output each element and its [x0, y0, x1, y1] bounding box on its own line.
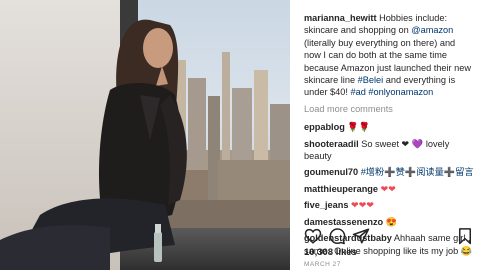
- comment-text[interactable]: #增粉➕赞➕阅读量➕留言: [361, 167, 474, 177]
- caption-hashtag-ad[interactable]: #ad: [351, 87, 366, 97]
- caption-mention[interactable]: @amazon: [411, 25, 453, 35]
- post-date: MARCH 27: [304, 261, 341, 268]
- load-more-comments-button[interactable]: Load more comments: [304, 103, 474, 115]
- photo-person: [0, 19, 187, 270]
- comment-text: ❤❤: [380, 183, 396, 194]
- caption-hashtag-belei[interactable]: #Belei: [358, 75, 384, 85]
- comment-text: ❤❤❤: [351, 200, 375, 211]
- comment-item: goumenul70 #增粉➕赞➕阅读量➕留言: [304, 166, 474, 178]
- comment-username[interactable]: goumenul70: [304, 167, 358, 177]
- comment-item: matthieuperange ❤❤: [304, 183, 474, 195]
- caption-username[interactable]: marianna_hewitt: [304, 13, 377, 23]
- heart-icon[interactable]: [304, 227, 322, 245]
- share-icon[interactable]: [352, 227, 370, 245]
- comment-text: 🌹🌹: [347, 122, 371, 133]
- post-photo[interactable]: [0, 0, 290, 270]
- comments-list: marianna_hewitt Hobbies include: skincar…: [304, 12, 474, 261]
- comment-icon[interactable]: [328, 227, 346, 245]
- comment-username[interactable]: five_jeans: [304, 200, 348, 210]
- comment-item: eppablog 🌹🌹: [304, 121, 474, 133]
- comment-username[interactable]: damestassenenzo: [304, 217, 383, 227]
- post-caption: marianna_hewitt Hobbies include: skincar…: [304, 12, 474, 99]
- bookmark-icon[interactable]: [456, 227, 474, 245]
- likes-count[interactable]: 10,308 likes: [304, 247, 357, 258]
- purple-heart-emoji: 💜: [411, 138, 424, 149]
- caption-hashtag-onlyonamazon[interactable]: #onlyonamazon: [368, 87, 433, 97]
- post-action-bar: [304, 227, 474, 245]
- comment-text: So sweet: [361, 138, 402, 149]
- comment-username[interactable]: eppablog: [304, 122, 345, 132]
- comment-username[interactable]: shooteraadil: [304, 139, 359, 149]
- comment-text: 😍: [385, 216, 398, 227]
- comment-item: five_jeans ❤❤❤: [304, 199, 474, 211]
- comment-item: shooteraadil So sweet ❤ 💜 lovely beauty: [304, 138, 474, 163]
- comment-username[interactable]: matthieuperange: [304, 184, 378, 194]
- post-detail-panel: marianna_hewitt Hobbies include: skincar…: [290, 0, 480, 270]
